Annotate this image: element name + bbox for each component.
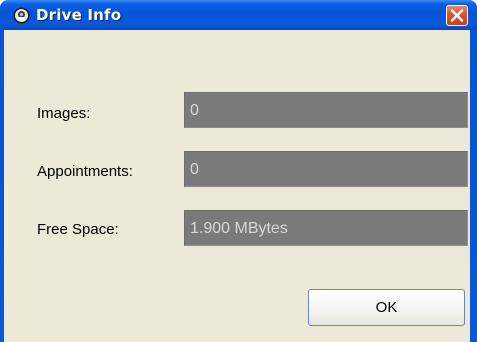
images-value: 0 [190, 102, 199, 119]
title-bar[interactable]: Drive Info [0, 0, 477, 30]
dialog-body: Images: 0 Appointments: 0 Free Space: 1.… [4, 30, 470, 342]
ok-button[interactable]: OK [308, 289, 465, 326]
free-space-value: 1.900 MBytes [190, 220, 288, 237]
appointments-value: 0 [190, 161, 199, 178]
close-button[interactable] [446, 5, 468, 26]
window-title: Drive Info [36, 6, 122, 24]
app-icon [13, 7, 30, 24]
free-space-field: 1.900 MBytes [184, 210, 468, 246]
appointments-label: Appointments: [37, 163, 133, 180]
images-field: 0 [184, 92, 468, 128]
appointments-field: 0 [184, 151, 468, 187]
drive-info-window: Drive Info Images: 0 Appointments: 0 Fre… [0, 0, 477, 342]
images-label: Images: [37, 105, 91, 122]
free-space-label: Free Space: [37, 221, 119, 238]
